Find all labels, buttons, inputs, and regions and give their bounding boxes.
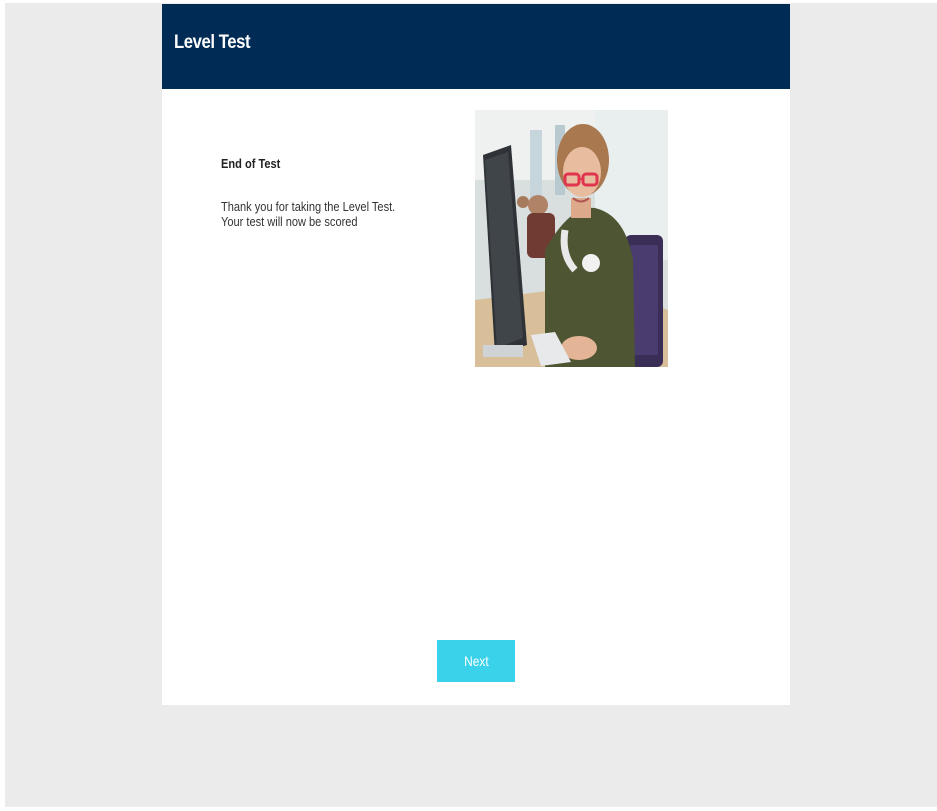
completion-message: Thank you for taking the Level Test. You… [221,199,395,229]
page-title: Level Test [174,32,251,53]
message-line-2: Your test will now be scored [221,214,358,229]
header-bar: Level Test [162,4,790,89]
next-button[interactable]: Next [437,640,515,682]
message-line-1: Thank you for taking the Level Test. [221,199,396,214]
student-photo [475,110,668,367]
next-button-label: Next [463,653,489,669]
end-of-test-heading: End of Test [221,156,281,171]
